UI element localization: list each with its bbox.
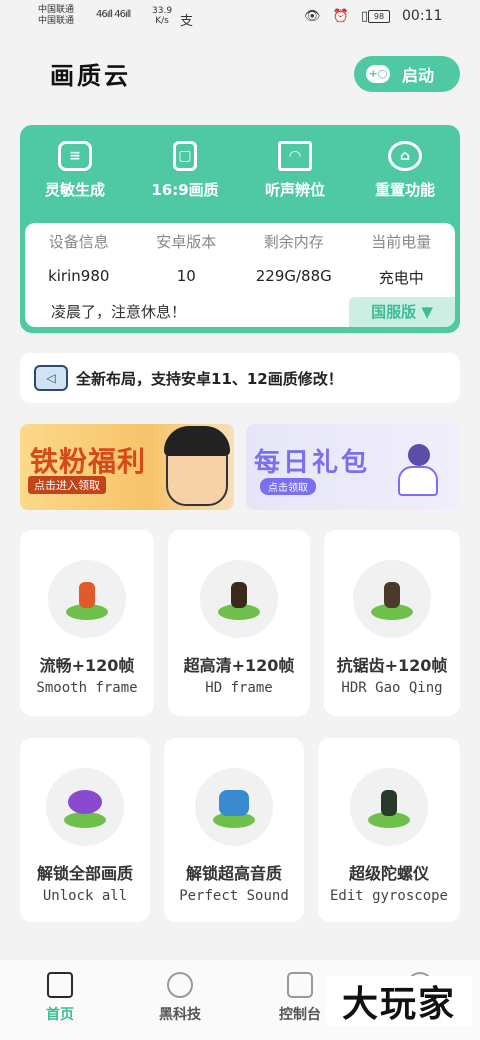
banner-subtitle: 点击进入领取 — [28, 476, 106, 494]
home-icon — [47, 972, 73, 998]
banner-subtitle: 点击领取 — [260, 478, 316, 495]
feature-hd-frame[interactable]: 超高清+120帧 HD frame — [168, 530, 310, 716]
info-header: 剩余内存 — [263, 233, 324, 251]
carrier-2: 中国联通 — [38, 16, 75, 26]
quick-action-label: 16:9画质 — [151, 181, 219, 199]
feature-icon-circle — [195, 768, 273, 846]
megaphone-icon: ◁ — [34, 365, 68, 391]
gauge-icon: ◠ — [278, 141, 312, 171]
nav-label: 控制台 — [279, 1007, 321, 1023]
feature-hdr[interactable]: 抗锯齿+120帧 HDR Gao Qing — [324, 530, 460, 716]
feature-smooth-frame[interactable]: 流畅+120帧 Smooth frame — [20, 530, 154, 716]
soldier-icon — [214, 578, 264, 620]
feature-title: 超级陀螺仪 — [348, 864, 429, 883]
cartoon-boy-image — [164, 426, 230, 506]
purple-tree-icon — [60, 786, 110, 828]
quick-action-reset[interactable]: ⌂ 重置功能 — [350, 141, 460, 221]
carrier-info: 中国联通 中国联通 — [38, 5, 74, 27]
island-icon — [209, 786, 259, 828]
daily-gift-banner[interactable]: 每日礼包 点击领取 — [246, 424, 460, 510]
feature-icon-circle — [200, 560, 278, 638]
feature-icon-circle — [353, 560, 431, 638]
feature-title: 解锁全部画质 — [36, 864, 133, 883]
document-icon — [287, 972, 313, 998]
nav-label: 黑科技 — [159, 1007, 201, 1023]
carrier-1: 中国联通 — [38, 5, 75, 15]
signal-icon: 46ıll 46ıll — [96, 9, 131, 20]
gamepad-icon: +○ — [366, 65, 390, 83]
quick-actions: ≡ 灵敏生成 ▢ 16:9画质 ◠ 听声辨位 ⌂ 重置功能 — [20, 141, 460, 221]
feature-title: 解锁超高音质 — [185, 864, 282, 883]
battery-icon: 98 — [368, 10, 390, 23]
clock: 00:11 — [402, 8, 443, 24]
alipay-icon: 支 — [180, 14, 194, 29]
nav-label: 首页 — [46, 1007, 74, 1023]
device-card: ≡ 灵敏生成 ▢ 16:9画质 ◠ 听声辨位 ⌂ 重置功能 设备信息 安卓版本 … — [20, 125, 460, 333]
feature-perfect-sound[interactable]: 解锁超高音质 Perfect Sound — [164, 738, 304, 922]
feature-icon-circle — [48, 560, 126, 638]
info-value: 充电中 — [378, 269, 424, 287]
toggle-icon: ≡ — [58, 141, 92, 171]
soldier-icon — [367, 578, 417, 620]
info-values: kirin980 10 229G/88G 充电中 — [25, 267, 455, 288]
reset-icon: ⌂ — [388, 141, 422, 171]
feature-subtitle: Edit gyroscope — [329, 888, 448, 904]
feature-gyroscope[interactable]: 超级陀螺仪 Edit gyroscope — [318, 738, 460, 922]
feature-title: 抗锯齿+120帧 — [336, 656, 448, 675]
feature-title: 超高清+120帧 — [183, 656, 295, 675]
announcement-bar[interactable]: ◁ 全新布局，支持安卓11、12画质修改！ — [20, 353, 460, 403]
info-value: kirin980 — [48, 267, 110, 285]
launch-label: 启动 — [402, 66, 435, 85]
heart-icon — [167, 972, 193, 998]
quick-action-sensitivity[interactable]: ≡ 灵敏生成 — [20, 141, 130, 221]
reading-girl-image — [386, 444, 446, 504]
feature-icon-circle — [350, 768, 428, 846]
soldier-icon — [62, 578, 112, 620]
feature-subtitle: HDR Gao Qing — [341, 680, 443, 696]
announcement-text: 全新布局，支持安卓11、12画质修改！ — [76, 369, 343, 388]
quick-action-label: 灵敏生成 — [44, 181, 105, 199]
quick-action-aspect[interactable]: ▢ 16:9画质 — [130, 141, 240, 221]
feature-unlock-all[interactable]: 解锁全部画质 Unlock all — [20, 738, 150, 922]
launch-button[interactable]: +○ 启动 — [354, 56, 460, 92]
feature-subtitle: Smooth frame — [36, 680, 138, 696]
region-selector[interactable]: 国服版 ▼ — [349, 297, 455, 327]
quick-action-label: 听声辨位 — [264, 181, 325, 199]
fan-welfare-banner[interactable]: 铁粉福利 点击进入领取 — [20, 424, 234, 510]
quick-action-sound[interactable]: ◠ 听声辨位 — [240, 141, 350, 221]
system-icons: 👁 ⏰ ▯ — [304, 9, 373, 24]
speed-unit: K/s — [155, 16, 169, 26]
info-value: 10 — [176, 267, 196, 285]
banner-title: 铁粉福利 — [30, 445, 147, 478]
info-header: 当前电量 — [371, 233, 432, 251]
feature-subtitle: Unlock all — [42, 888, 128, 904]
nav-home[interactable]: 首页 — [0, 960, 120, 1040]
speed-value: 33.9 — [152, 6, 173, 16]
feature-subtitle: Perfect Sound — [179, 888, 289, 904]
nav-black-tech[interactable]: 黑科技 — [120, 960, 240, 1040]
info-headers: 设备信息 安卓版本 剩余内存 当前电量 — [25, 231, 455, 252]
rest-notice: 凌晨了，注意休息！ — [51, 303, 187, 321]
quick-action-label: 重置功能 — [374, 181, 435, 199]
watch-icon: ▢ — [173, 141, 197, 171]
device-info-panel: 设备信息 安卓版本 剩余内存 当前电量 kirin980 10 229G/88G… — [25, 223, 455, 327]
info-header: 安卓版本 — [156, 233, 217, 251]
status-bar: 中国联通 中国联通 46ıll 46ıll 33.9 K/s 支 👁 ⏰ ▯ 9… — [0, 0, 480, 36]
header: 画质云 +○ 启动 — [0, 44, 480, 104]
feature-icon-circle — [46, 768, 124, 846]
watermark-logo: 大玩家 — [326, 976, 472, 1026]
banner-title: 每日礼包 — [254, 448, 371, 478]
feature-subtitle: HD frame — [205, 680, 273, 696]
app-title: 画质云 — [50, 62, 131, 90]
soldier-icon — [364, 786, 414, 828]
network-speed: 33.9 K/s — [152, 6, 172, 26]
feature-title: 流畅+120帧 — [39, 656, 135, 675]
info-header: 设备信息 — [48, 233, 109, 251]
info-value: 229G/88G — [255, 267, 332, 285]
